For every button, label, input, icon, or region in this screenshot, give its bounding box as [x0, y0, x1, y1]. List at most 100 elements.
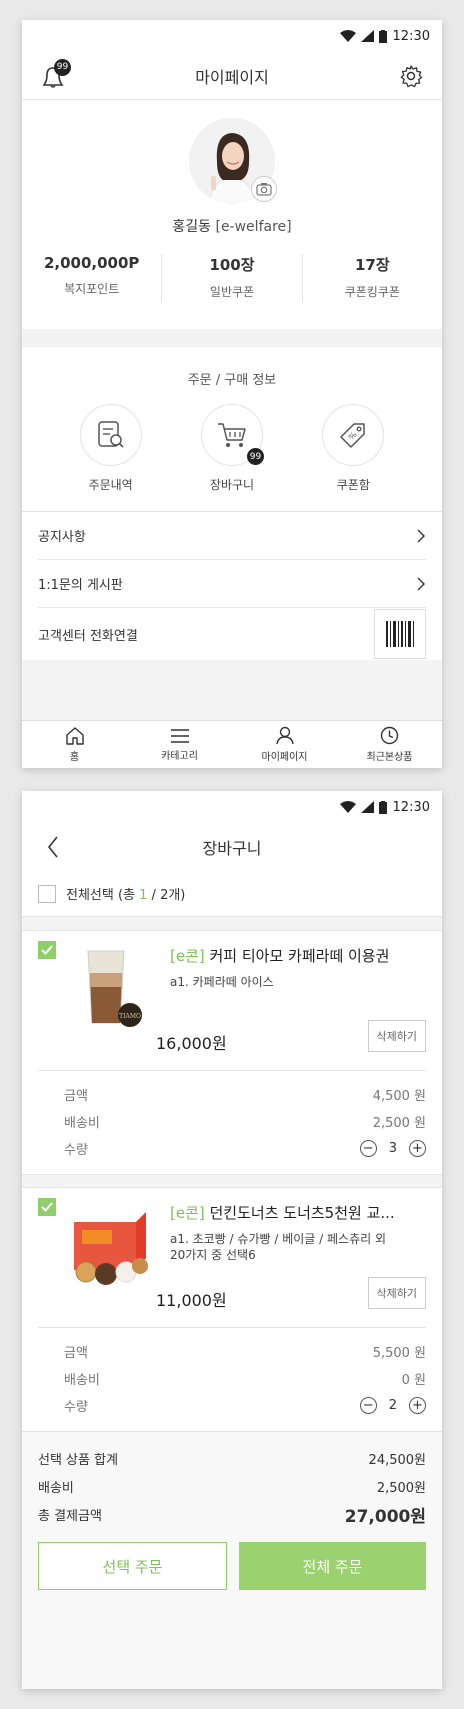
select-all-checkbox[interactable]: [38, 884, 56, 903]
order-history-circle: [79, 404, 142, 466]
camera-button[interactable]: [251, 176, 277, 202]
page-title: 마이페이지: [195, 67, 269, 87]
stat-value: 100장: [209, 256, 255, 274]
item-option: a1. 초코빵 / 슈가빵 / 베이글 / 페스츄리 외 20가지 중 선택6: [170, 1231, 426, 1263]
item-price: 16,000원: [156, 1034, 227, 1053]
tab-category[interactable]: 카테고리: [127, 721, 232, 768]
tab-home[interactable]: 홈: [22, 721, 127, 768]
total-value: 27,000원: [344, 1506, 426, 1527]
item-option-line1: a1. 초코빵 / 슈가빵 / 베이글 / 페스츄리 외: [170, 1232, 387, 1246]
order-buttons: 선택 주문 전체 주문: [38, 1542, 426, 1590]
select-order-button[interactable]: 선택 주문: [38, 1542, 227, 1590]
item-option-line2: 20가지 중 선택6: [170, 1248, 256, 1262]
plus-button[interactable]: +: [409, 1397, 426, 1414]
section-divider: [22, 1174, 442, 1188]
subtotal-value: 24,500원: [368, 1452, 426, 1468]
coupon-circle: %: [322, 404, 385, 466]
plus-button[interactable]: +: [409, 1140, 426, 1157]
item-title[interactable]: [e콘] 던킨도너츠 도너츠5천원 교...: [170, 1202, 416, 1223]
notification-badge: 99: [54, 58, 71, 76]
minus-button[interactable]: −: [359, 1140, 377, 1157]
quantity-row: 수량 − 2 +: [64, 1392, 426, 1419]
menu-item-label: 1:1문의 게시판: [38, 578, 123, 593]
total-label: 총 결제금액: [38, 1508, 102, 1524]
shipping-row: 배송비 0 원: [64, 1365, 426, 1392]
item-checkbox[interactable]: [38, 941, 56, 959]
settings-button[interactable]: [394, 59, 428, 93]
cart-screen: 12:30 장바구니 전체선택 (총 1 / 2개) TIAMO [e콘] 커피…: [22, 791, 442, 1689]
stat-welfare-points[interactable]: 2,000,000P 복지포인트: [22, 254, 163, 302]
subtotal-label: 선택 상품 합계: [38, 1452, 119, 1468]
battery-icon: [378, 800, 387, 814]
item-details: 금액 5,500 원 배송비 0 원 수량 − 2 +: [38, 1328, 426, 1431]
minus-button[interactable]: −: [359, 1397, 377, 1414]
amount-value: 5,500 원: [372, 1346, 426, 1361]
signal-icon: [360, 801, 374, 813]
amount-label: 금액: [64, 1089, 88, 1104]
subtotal-row: 선택 상품 합계 24,500원: [38, 1444, 426, 1472]
quantity-value: 2: [388, 1398, 397, 1413]
status-time: 12:30: [392, 28, 430, 44]
select-all-prefix: 전체선택 (총: [66, 888, 140, 903]
select-all-suffix: / 2개): [147, 888, 186, 903]
barcode-button[interactable]: [374, 609, 426, 659]
cart-header: 장바구니: [22, 823, 442, 871]
menu-item-inquiry[interactable]: 1:1문의 게시판: [38, 560, 426, 608]
cart-shortcut[interactable]: 99 장바구니: [187, 404, 277, 493]
cart-badge: 99: [246, 448, 264, 465]
menu-item-notice[interactable]: 공지사항: [38, 512, 426, 560]
user-name: 홍길동: [172, 219, 212, 235]
chevron-left-icon: [47, 836, 58, 858]
delete-button[interactable]: 삭제하기: [367, 1020, 426, 1052]
shipping-row: 배송비 2,500 원: [64, 1108, 426, 1135]
item-title[interactable]: [e콘] 커피 티아모 카페라떼 이용권: [170, 945, 416, 966]
clock-icon: [380, 726, 399, 745]
product-image[interactable]: [66, 1200, 156, 1290]
stat-general-coupons[interactable]: 100장 일반쿠폰: [162, 254, 303, 302]
order-info-title: 주문 / 구매 정보: [187, 373, 277, 388]
item-checkbox[interactable]: [38, 1198, 56, 1216]
user-id: [e-welfare]: [215, 219, 292, 235]
shipping-value: 2,500 원: [372, 1116, 426, 1131]
stat-couponking-coupons[interactable]: 17장 쿠폰킹쿠폰: [303, 254, 442, 302]
total-row: 총 결제금액 27,000원: [38, 1500, 426, 1528]
page-title: 장바구니: [202, 839, 262, 858]
cart-item-main: [e콘] 던킨도너츠 도너츠5천원 교... a1. 초코빵 / 슈가빵 / 베…: [38, 1198, 426, 1328]
order-summary: 선택 상품 합계 24,500원 배송비 2,500원 총 결제금액 27,000원 …: [22, 1431, 442, 1689]
order-history-shortcut[interactable]: 주문내역: [66, 404, 156, 493]
quantity-stepper: − 2 +: [359, 1397, 426, 1414]
order-info-section: 주문 / 구매 정보 주문내역 99 장바구니 % 쿠폰함: [22, 347, 442, 511]
cart-item-main: TIAMO [e콘] 커피 티아모 카페라떼 이용권 a1. 카페라떼 아이스 …: [38, 941, 426, 1071]
tab-mypage[interactable]: 마이페이지: [232, 721, 337, 768]
product-image[interactable]: TIAMO: [66, 943, 156, 1033]
notification-button[interactable]: 99: [36, 58, 71, 93]
quantity-label: 수량: [64, 1143, 88, 1158]
check-icon: [41, 1202, 53, 1212]
stat-value: 2,000,000P: [43, 254, 140, 272]
shipping-value: 0 원: [401, 1373, 426, 1388]
stat-value: 17장: [354, 256, 390, 274]
gear-icon: [400, 64, 423, 87]
coupon-label: 쿠폰함: [336, 478, 370, 492]
svg-text:TIAMO: TIAMO: [119, 1013, 141, 1020]
menu-item-label: 고객센터 전화연결: [38, 628, 138, 644]
bottom-tab-bar: 홈 카테고리 마이페이지 최근본상품: [22, 720, 442, 768]
select-all-row: 전체선택 (총 1 / 2개): [22, 871, 442, 917]
back-button[interactable]: [36, 830, 70, 864]
order-shortcuts: 주문내역 99 장바구니 % 쿠폰함: [22, 404, 442, 493]
stats-row: 2,000,000P 복지포인트 100장 일반쿠폰 17장 쿠폰킹쿠폰: [22, 254, 442, 302]
quantity-label: 수량: [64, 1400, 88, 1415]
avatar[interactable]: [189, 118, 277, 204]
section-divider: [22, 917, 442, 931]
delete-button[interactable]: 삭제하기: [367, 1277, 426, 1309]
amount-row: 금액 5,500 원: [64, 1338, 426, 1365]
item-tag: [e콘]: [170, 947, 205, 965]
order-history-label: 주문내역: [88, 478, 133, 492]
coupon-box-shortcut[interactable]: % 쿠폰함: [308, 404, 398, 493]
quantity-stepper: − 3 +: [359, 1140, 426, 1157]
tab-label: 마이페이지: [261, 752, 308, 763]
home-icon: [65, 726, 84, 745]
status-bar: 12:30: [22, 20, 442, 52]
tab-recent[interactable]: 최근본상품: [337, 721, 442, 768]
all-order-button[interactable]: 전체 주문: [239, 1542, 426, 1590]
